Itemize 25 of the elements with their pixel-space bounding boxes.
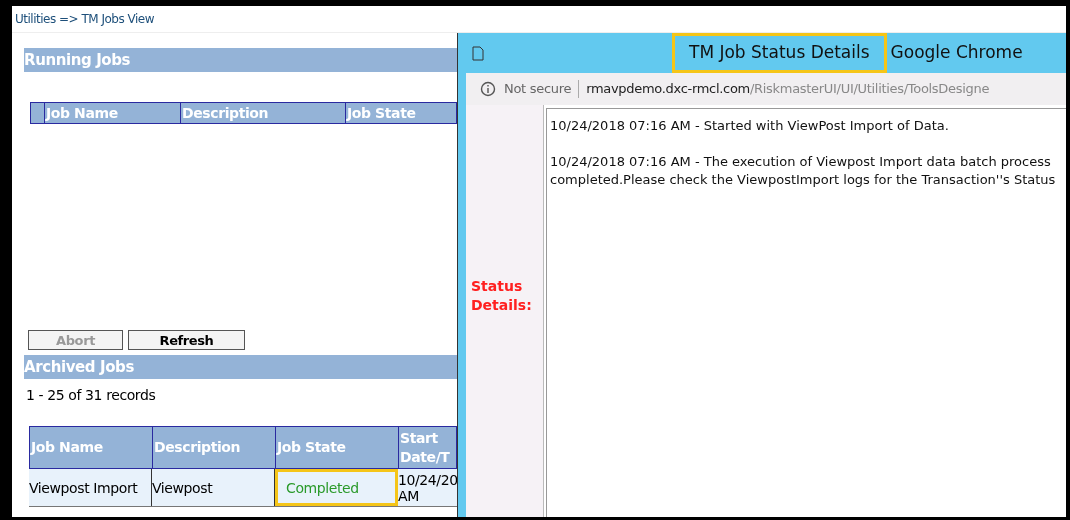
page-icon xyxy=(472,45,484,61)
records-count: 1 - 25 of 31 records xyxy=(26,386,157,405)
table-header-cell: Description xyxy=(181,103,346,123)
status-details-label: Status Details: xyxy=(471,277,533,315)
security-label: Not secure xyxy=(504,80,572,99)
window-title: TM Job Status Details xyxy=(672,33,887,73)
table-header-cell-text: Start Date/T xyxy=(399,428,451,467)
status-line: completed.Please check the ViewpostImport logs for the Transaction''s Status xyxy=(550,171,1057,189)
table-header-cell: Job Name xyxy=(45,103,181,123)
address-url[interactable]: rmavpdemo.dxc-rmcl.com/RiskmasterUI/UI/Utilities/ToolsDesigne xyxy=(586,79,990,99)
table-cell: Viewpost Import xyxy=(29,469,152,506)
table-header-cell: Job State xyxy=(276,427,399,468)
table-cell: Viewpost xyxy=(152,469,275,506)
status-line: 10/24/2018 07:16 AM - The execution of Viewpost Import data batch process xyxy=(550,153,1052,171)
table-header-cell: Job Name xyxy=(30,427,153,468)
status-cell: Completed xyxy=(275,469,398,506)
section-header: Running Jobs xyxy=(24,48,457,72)
info-icon xyxy=(480,81,496,97)
table-header-cell-text: Job State xyxy=(346,103,417,123)
status-line: 10/24/2018 07:16 AM - Started with ViewPost Import of Data. xyxy=(550,117,950,135)
refresh-button[interactable]: Refresh xyxy=(128,330,245,350)
window-app-name: Google Chrome xyxy=(890,41,1023,65)
breadcrumb: Utilities => TM Jobs View xyxy=(15,11,154,28)
table-header-cell: Description xyxy=(153,427,276,468)
section-header: Archived Jobs xyxy=(24,355,457,379)
